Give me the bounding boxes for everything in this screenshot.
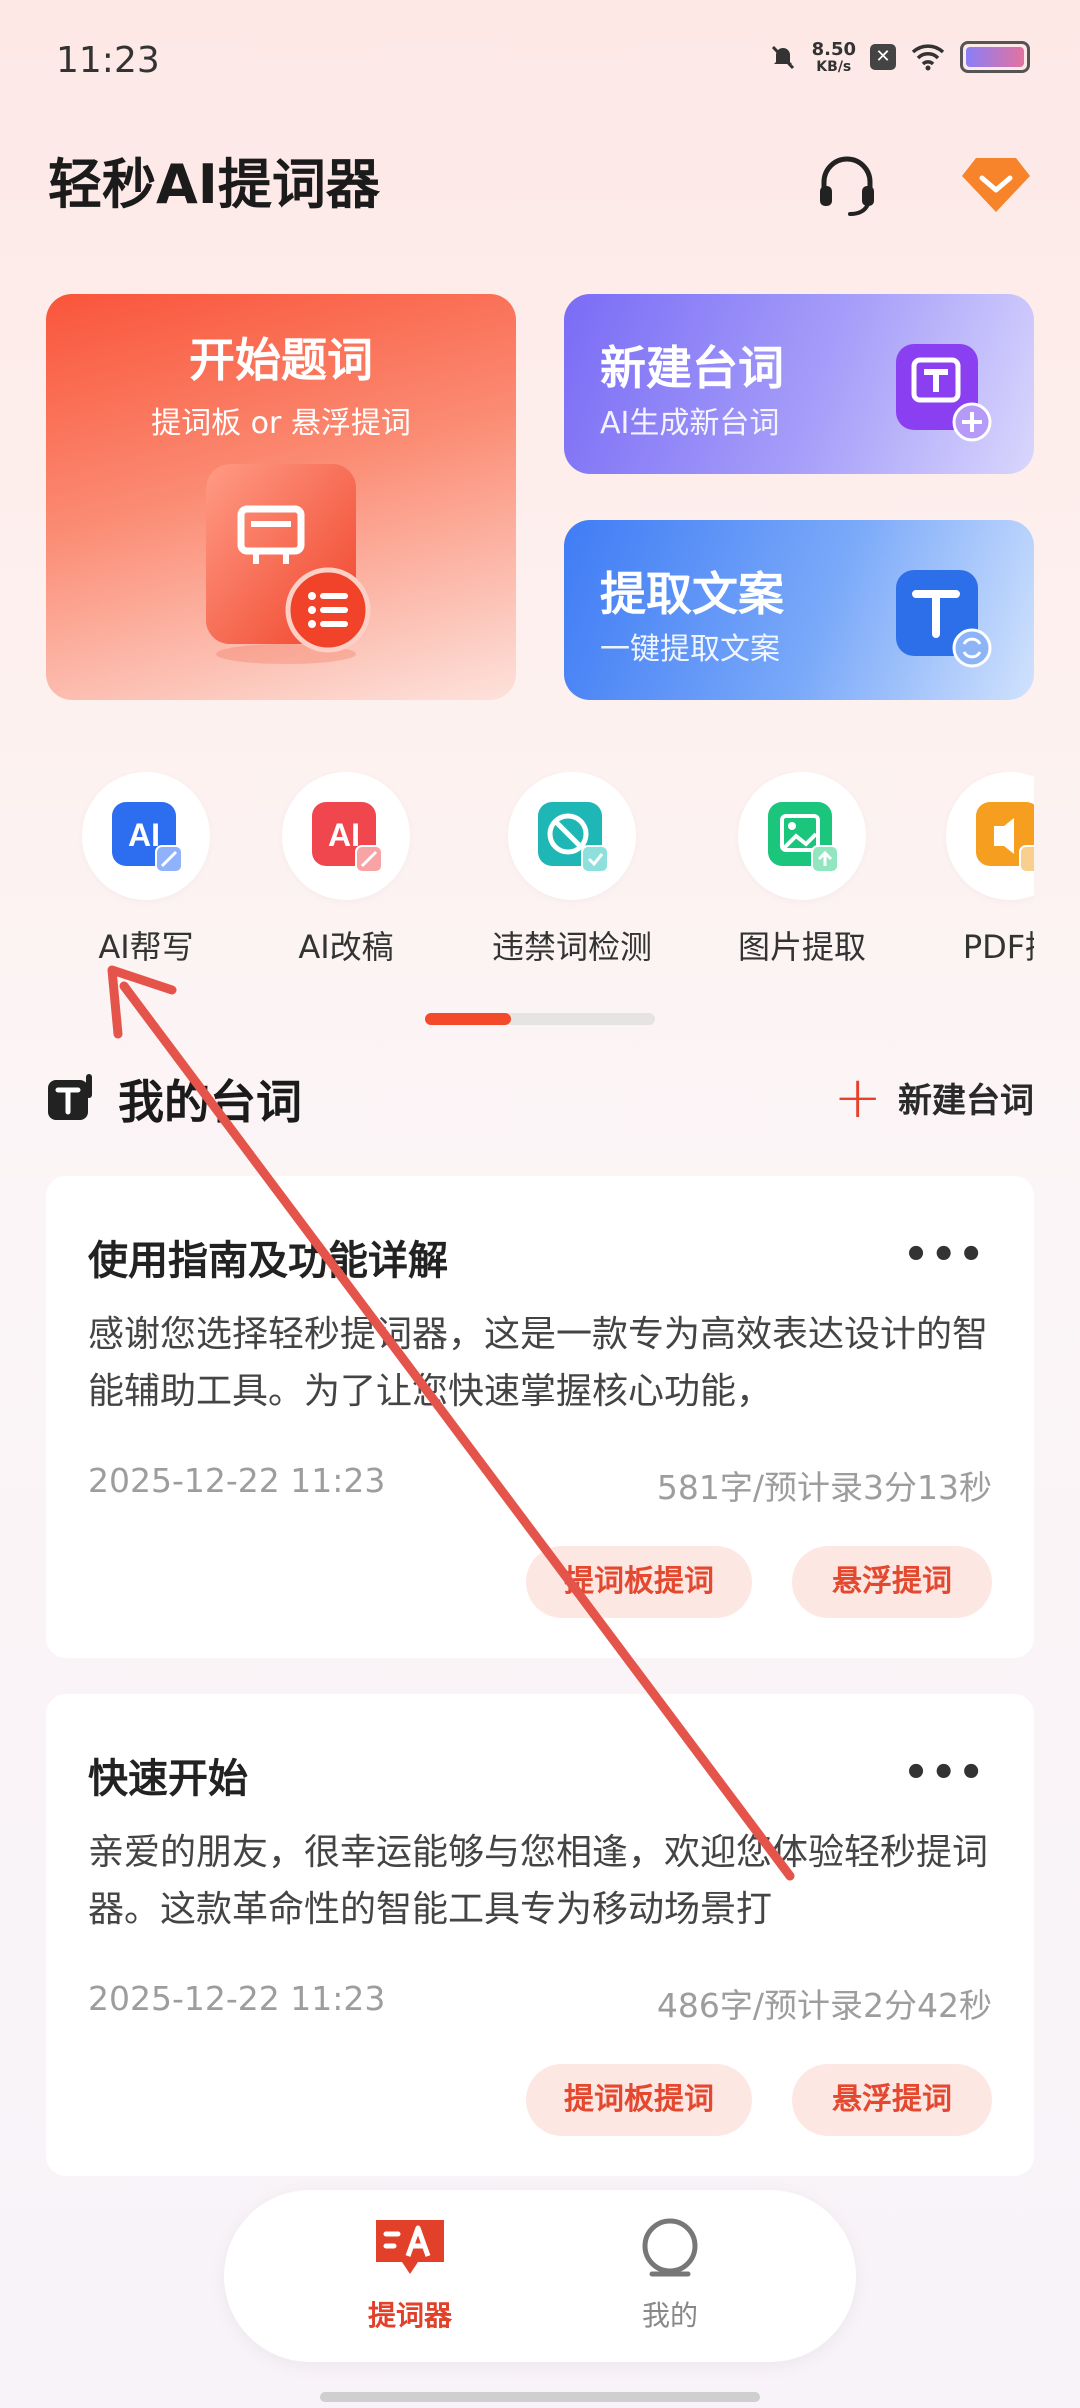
net-speed: 8.50 KB/s — [811, 39, 856, 75]
more-options-icon[interactable]: ••• — [903, 1750, 986, 1796]
more-options-icon[interactable]: ••• — [903, 1232, 986, 1278]
close-box-icon: ✕ — [870, 44, 896, 70]
board-prompt-button[interactable]: 提词板提词 — [526, 1546, 752, 1618]
svg-text:AI: AI — [328, 817, 360, 853]
document-icon — [206, 464, 371, 664]
tool-ai-edit[interactable]: AI AI改稿 — [246, 772, 446, 968]
text-extract-icon — [896, 570, 992, 668]
new-script-card-subtitle: AI生成新台词 — [600, 406, 780, 441]
tool-image-extract[interactable]: 图片提取 — [702, 772, 902, 968]
teleprompter-icon — [376, 2220, 444, 2274]
svg-text:AI: AI — [128, 817, 160, 853]
ai-write-icon: AI — [112, 802, 183, 873]
start-prompt-card[interactable]: 开始题词 提词板 or 悬浮提词 — [46, 294, 516, 700]
float-prompt-button[interactable]: 悬浮提词 — [792, 2064, 992, 2136]
tool-label: AI改稿 — [298, 928, 394, 966]
wifi-icon — [911, 44, 945, 71]
status-time: 11:23 — [56, 40, 160, 81]
script-title: 使用指南及功能详解 — [88, 1238, 448, 1284]
extract-card-title: 提取文案 — [600, 567, 784, 621]
status-icons: 8.50 KB/s ✕ — [768, 40, 1030, 74]
extract-copy-card[interactable]: 提取文案 一键提取文案 — [564, 520, 1034, 700]
tool-ai-write[interactable]: AI AI帮写 — [46, 772, 246, 968]
tool-label: 图片提取 — [737, 928, 866, 966]
script-card[interactable]: 快速开始 ••• 亲爱的朋友，很幸运能够与您相逢，欢迎您体验轻秒提词器。这款革命… — [46, 1694, 1034, 2176]
pdf-extract-icon — [976, 802, 1034, 873]
profile-icon — [642, 2218, 698, 2277]
image-extract-icon — [768, 802, 839, 873]
ai-edit-icon: AI — [312, 802, 383, 873]
script-preview: 亲爱的朋友，很幸运能够与您相逢，欢迎您体验轻秒提词器。这款革命性的智能工具专为移… — [88, 1832, 988, 1930]
tool-label: AI帮写 — [98, 928, 194, 966]
tab-label: 提词器 — [367, 2299, 452, 2332]
tool-shortcuts: AI AI帮写 AI AI改稿 违禁词检测 图片提取 PDF — [0, 772, 1034, 972]
script-card[interactable]: 使用指南及功能详解 ••• 感谢您选择轻秒提词器，这是一款专为高效表达设计的智能… — [46, 1176, 1034, 1658]
float-prompt-button[interactable]: 悬浮提词 — [792, 1546, 992, 1618]
new-script-button[interactable]: + 新建台词 — [833, 1063, 1034, 1131]
app-title: 轻秒AI提词器 — [48, 153, 380, 216]
my-scripts-header: 我的台词 + 新建台词 — [46, 1060, 1034, 1130]
script-preview: 感谢您选择轻秒提词器，这是一款专为高效表达设计的智能辅助工具。为了让您快速掌握核… — [88, 1314, 988, 1412]
plus-icon: + — [833, 1063, 882, 1131]
new-script-card-title: 新建台词 — [600, 341, 784, 395]
headset-icon[interactable] — [812, 150, 882, 220]
script-list-icon — [48, 1074, 92, 1120]
tool-label: 违禁词检测 — [491, 928, 652, 966]
status-bar: 11:23 8.50 KB/s ✕ — [0, 0, 1080, 120]
bottom-tab-bar: 提词器 我的 — [224, 2190, 856, 2362]
tools-scroll-indicator — [425, 1013, 655, 1025]
tool-banned-word-check[interactable]: 违禁词检测 — [472, 772, 672, 968]
tool-pdf-extract[interactable]: PDF提 — [910, 772, 1034, 968]
battery-icon — [960, 41, 1030, 73]
tab-teleprompter[interactable]: 提词器 — [310, 2216, 510, 2334]
new-script-label: 新建台词 — [898, 1080, 1034, 1121]
tab-profile[interactable]: 我的 — [570, 2216, 770, 2334]
script-word-count: 581字/预计录3分13秒 — [656, 1468, 992, 1507]
app-header: 轻秒AI提词器 — [48, 140, 1032, 230]
tool-label: PDF提 — [962, 928, 1034, 966]
mute-bell-icon — [771, 45, 794, 70]
tab-label: 我的 — [641, 2299, 698, 2332]
script-date: 2025-12-22 11:23 — [88, 1979, 386, 2018]
extract-card-subtitle: 一键提取文案 — [600, 632, 780, 667]
section-title: 我的台词 — [118, 1075, 302, 1129]
vip-diamond-icon[interactable] — [960, 150, 1032, 220]
text-add-icon — [896, 344, 992, 442]
script-title: 快速开始 — [88, 1756, 248, 1802]
banned-word-check-icon — [538, 802, 609, 873]
board-prompt-button[interactable]: 提词板提词 — [526, 2064, 752, 2136]
start-card-subtitle: 提词板 or 悬浮提词 — [151, 406, 411, 441]
home-indicator — [320, 2392, 760, 2402]
script-date: 2025-12-22 11:23 — [88, 1461, 386, 1500]
start-card-title: 开始题词 — [189, 333, 373, 387]
script-word-count: 486字/预计录2分42秒 — [656, 1986, 992, 2025]
new-script-card[interactable]: 新建台词 AI生成新台词 — [564, 294, 1034, 474]
